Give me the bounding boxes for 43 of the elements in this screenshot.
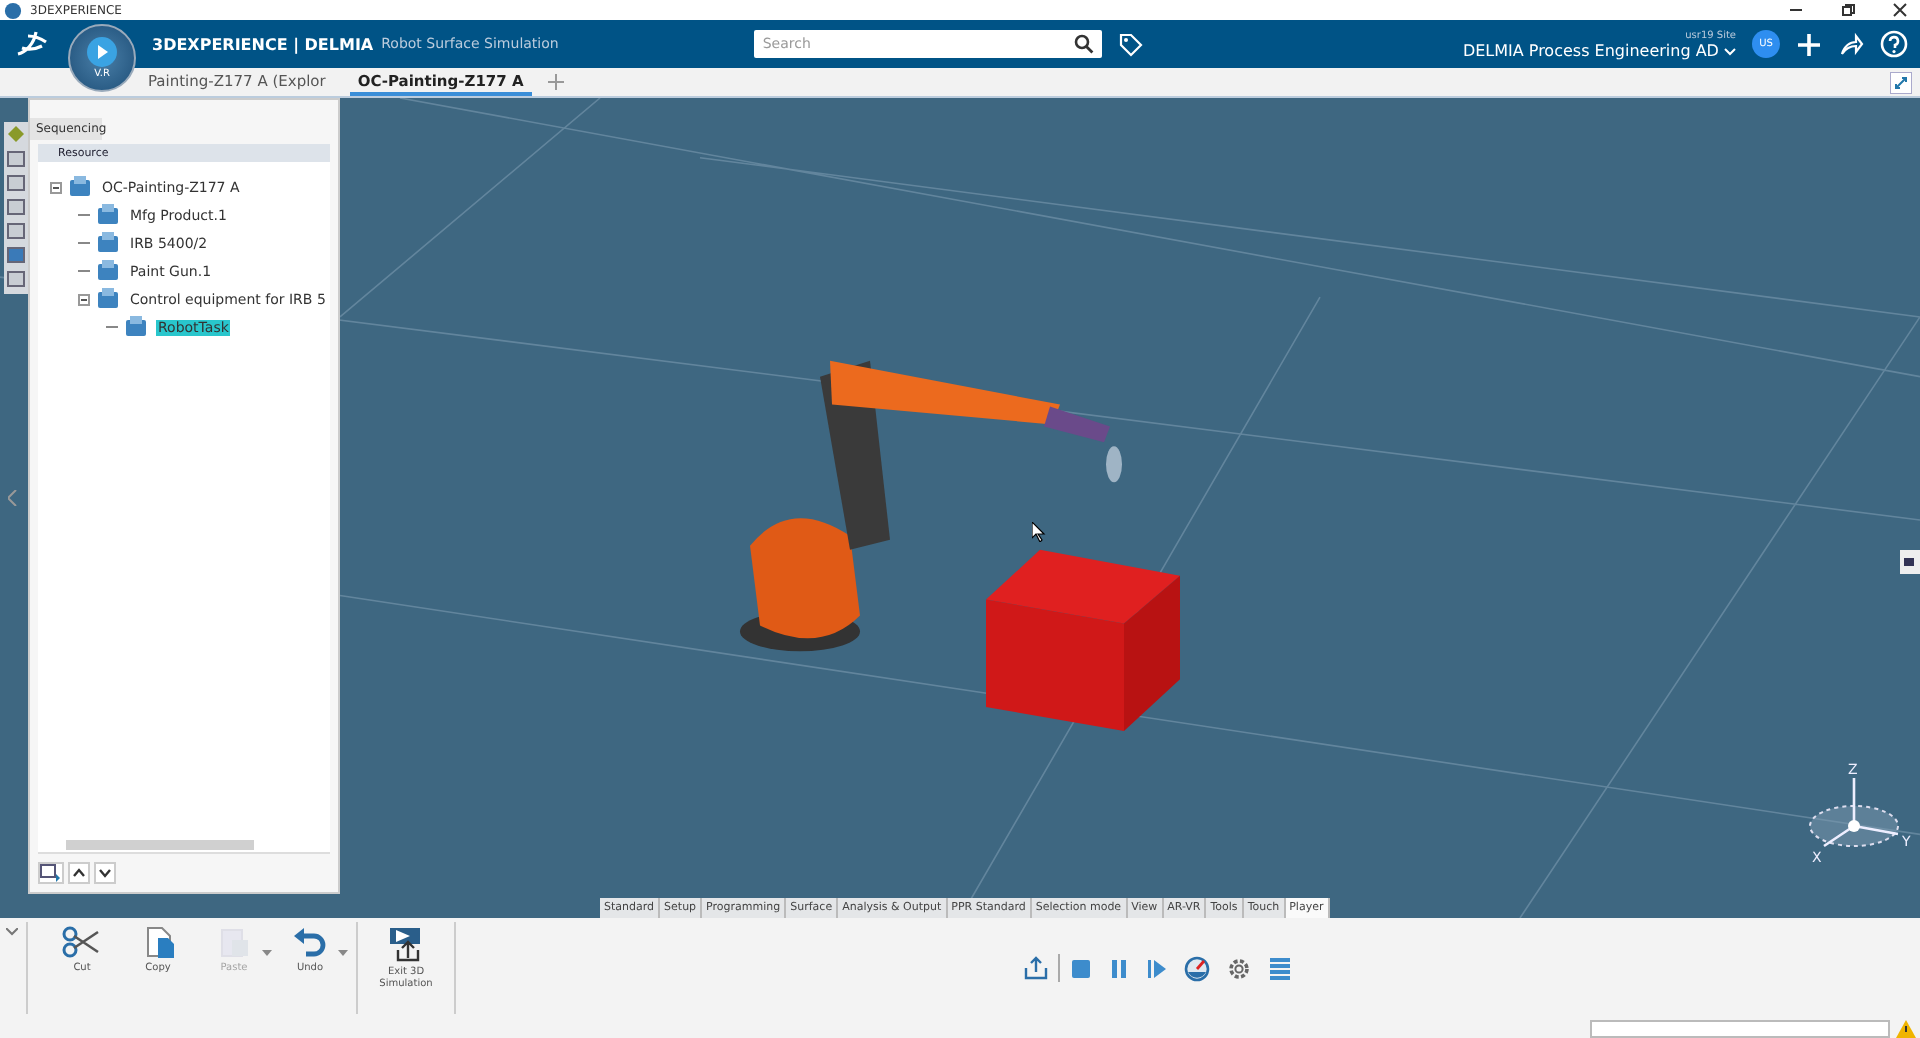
tag-icon[interactable] [1118, 31, 1145, 57]
cursor-icon [1032, 522, 1046, 542]
dropdown-caret-icon[interactable] [338, 950, 348, 956]
caret-icon[interactable] [6, 928, 18, 936]
expand-toggle[interactable] [50, 181, 62, 193]
simulation-exit-icon [386, 926, 426, 962]
resource-icon [68, 176, 94, 198]
down-icon[interactable] [94, 862, 116, 884]
list-icon[interactable] [1268, 955, 1292, 981]
ds-logo-icon[interactable] [12, 28, 52, 60]
resource-icon [96, 260, 122, 282]
resource-icon [96, 288, 122, 310]
side-panel-icon[interactable] [1900, 550, 1920, 574]
add-icon[interactable] [38, 862, 64, 884]
app-logo-icon [4, 1, 22, 19]
up-icon[interactable] [68, 862, 90, 884]
share-icon[interactable] [1838, 31, 1864, 57]
command-input-field[interactable] [1590, 1020, 1890, 1038]
role-dropdown[interactable]: DELMIA Process Engineering AD [1462, 41, 1736, 59]
plus-icon[interactable] [1796, 31, 1822, 57]
warning-icon[interactable] [1896, 1020, 1916, 1038]
add-tab-icon[interactable] [547, 74, 564, 90]
undo-icon [290, 926, 330, 958]
expand-toggle[interactable] [78, 293, 90, 305]
resource-icon [96, 232, 122, 254]
horizontal-scrollbar[interactable] [38, 836, 330, 854]
settings-icon[interactable] [1226, 955, 1252, 981]
export-icon[interactable] [1024, 956, 1048, 980]
play-icon[interactable] [86, 36, 118, 68]
fullscreen-icon[interactable] [1890, 71, 1912, 93]
resource-icon [96, 204, 122, 226]
scissors-icon [62, 926, 102, 958]
resource-icon [124, 316, 150, 338]
speed-gauge-icon[interactable] [1184, 955, 1210, 981]
help-icon[interactable] [1880, 30, 1908, 58]
search-icon[interactable] [1074, 34, 1095, 54]
restore-icon[interactable] [1840, 2, 1856, 18]
app-title: 3DEXPERIENCE | DELMIA [152, 35, 374, 53]
play-icon[interactable] [1146, 957, 1168, 979]
close-icon[interactable] [1892, 2, 1908, 18]
chevron-down-icon[interactable] [1724, 47, 1736, 55]
stop-icon[interactable] [1070, 957, 1092, 979]
pause-icon[interactable] [1108, 957, 1130, 979]
